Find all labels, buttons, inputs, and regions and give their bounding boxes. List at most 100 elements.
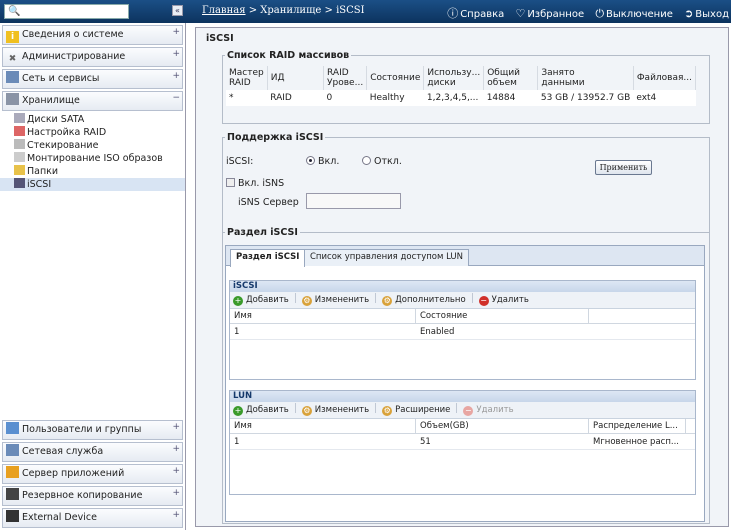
tab-lun-acl[interactable]: Список управления доступом LUN xyxy=(304,249,469,266)
sidebar-item-network-service[interactable]: Сетевая служба + xyxy=(2,442,183,462)
sidebar-item-raid-config[interactable]: Настройка RAID xyxy=(0,126,185,139)
sub-item-label: Настройка RAID xyxy=(27,127,107,138)
lun-grid-title: LUN xyxy=(230,391,695,402)
expand-icon: + xyxy=(172,466,180,476)
iscsi-delete-button[interactable]: − Удалить xyxy=(478,292,529,308)
breadcrumb-home-link[interactable]: Главная xyxy=(202,5,246,16)
logout-link[interactable]: ➲ Выход xyxy=(684,7,729,20)
favorites-link[interactable]: ♡ Избранное xyxy=(515,7,584,20)
iscsi-add-label: Добавить xyxy=(246,295,289,305)
edit-icon: ⚙ xyxy=(301,406,312,416)
sub-item-label: Монтирование ISO образов xyxy=(27,153,163,164)
table-row[interactable]: * RAID 0 Healthy 1,2,3,4,5,... 14884 53 … xyxy=(226,90,696,106)
expand-icon: + xyxy=(172,49,180,59)
sidebar-item-administration[interactable]: ✖ Администрирование + xyxy=(2,47,183,67)
advanced-icon: ⚙ xyxy=(382,296,393,306)
expand-icon: + xyxy=(172,488,180,498)
sidebar-item-storage[interactable]: Хранилище − xyxy=(2,91,183,111)
iscsi-add-button[interactable]: + Добавить xyxy=(233,292,289,308)
expand-icon: + xyxy=(172,510,180,520)
breadcrumb-storage: Хранилище xyxy=(260,5,322,16)
lun-edit-button[interactable]: ⚙ Измененить xyxy=(301,402,370,418)
raid-icon xyxy=(14,126,25,136)
raid-cell-id: RAID xyxy=(267,90,324,106)
raid-table: Мастер RAID ИД RAID Урове... Состояние И… xyxy=(226,66,697,106)
logout-label: Выход xyxy=(695,9,729,20)
sidebar-item-users-groups[interactable]: Пользователи и группы + xyxy=(2,420,183,440)
lun-delete-button[interactable]: − Удалить xyxy=(463,402,514,418)
lun-add-button[interactable]: + Добавить xyxy=(233,402,289,418)
tools-icon: ✖ xyxy=(8,54,17,64)
lun-cell-allocation: Мгновенное расп... xyxy=(593,437,679,447)
raid-col-id: ИД xyxy=(267,66,325,90)
expand-icon: ⚙ xyxy=(382,406,393,416)
heart-icon: ♡ xyxy=(515,7,526,20)
sidebar-item-label: Хранилище xyxy=(22,95,80,106)
lun-col-name: Имя xyxy=(234,421,252,431)
sidebar-item-system-info[interactable]: i Сведения о системе + xyxy=(2,25,183,45)
iscsi-toolbar: + Добавить ⚙ Измененить ⚙ Дополнительно − Удали… xyxy=(230,292,695,309)
collapse-sidebar-button[interactable]: « xyxy=(172,5,183,16)
apply-button[interactable]: Применить xyxy=(595,160,652,175)
shutdown-link[interactable]: ⏻ Выключение xyxy=(595,7,673,20)
isns-server-input[interactable] xyxy=(306,193,401,209)
iscsi-delete-label: Удалить xyxy=(491,295,529,305)
sidebar-item-network[interactable]: Сеть и сервисы + xyxy=(2,69,183,89)
iscsi-grid-header: Имя Состояние xyxy=(230,309,695,324)
iscsi-grid: iSCSI + Добавить ⚙ Измененить ⚙ Дополнительно… xyxy=(229,280,696,380)
sidebar-item-stacking[interactable]: Стекирование xyxy=(0,139,185,152)
network-service-icon xyxy=(6,444,19,456)
sidebar-item-sata-disks[interactable]: Диски SATA xyxy=(0,113,185,126)
sidebar-item-external-device[interactable]: External Device + xyxy=(2,508,183,528)
lun-add-label: Добавить xyxy=(246,405,289,415)
collapse-icon: − xyxy=(172,93,180,103)
lun-expand-button[interactable]: ⚙ Расширение xyxy=(382,402,450,418)
sidebar-item-backup[interactable]: Резервное копирование + xyxy=(2,486,183,506)
table-row[interactable]: 1 51 Мгновенное расп... xyxy=(230,434,695,450)
table-row[interactable]: 1 Enabled xyxy=(230,324,695,340)
sidebar-item-iso-mount[interactable]: Монтирование ISO образов xyxy=(0,152,185,165)
raid-cell-master: * xyxy=(226,90,268,106)
sidebar-item-label: Резервное копирование xyxy=(22,490,143,501)
expand-icon: + xyxy=(172,71,180,81)
iscsi-advanced-button[interactable]: ⚙ Дополнительно xyxy=(382,292,466,308)
raid-col-filesystem: Файловая... xyxy=(633,66,697,90)
iscsi-cell-status: Enabled xyxy=(420,327,455,337)
expand-icon: + xyxy=(172,444,180,454)
sidebar-item-app-server[interactable]: Сервер приложений + xyxy=(2,464,183,484)
sidebar-item-label: Сервер приложений xyxy=(22,468,125,479)
raid-table-header: Мастер RAID ИД RAID Урове... Состояние И… xyxy=(226,66,697,90)
tab-iscsi-section[interactable]: Раздел iSCSI xyxy=(230,249,306,267)
iscsi-edit-button[interactable]: ⚙ Измененить xyxy=(301,292,369,308)
sidebar-item-folders[interactable]: Папки xyxy=(0,165,185,178)
external-device-icon xyxy=(6,510,19,522)
iscsi-on-radio[interactable]: Вкл. xyxy=(306,156,339,167)
breadcrumb-separator: > xyxy=(245,5,261,16)
breadcrumb-separator: > xyxy=(321,5,337,16)
edit-icon: ⚙ xyxy=(301,296,312,306)
folder-icon xyxy=(14,165,25,175)
page-title: iSCSI xyxy=(206,33,234,44)
iscsi-off-radio[interactable]: Откл. xyxy=(362,156,402,167)
lun-col-allocation: Распределение L... xyxy=(593,421,678,431)
lun-edit-label: Измененить xyxy=(314,405,370,415)
isns-checkbox[interactable]: Вкл. iSNS xyxy=(226,178,284,189)
raid-list-legend: Список RAID массивов xyxy=(227,50,350,61)
sidebar-item-label: Сеть и сервисы xyxy=(22,73,100,84)
iscsi-off-label: Откл. xyxy=(374,156,402,167)
sidebar-item-iscsi[interactable]: iSCSI xyxy=(0,178,185,191)
iscsi-col-name: Имя xyxy=(234,311,252,321)
iscsi-section-legend: Раздел iSCSI xyxy=(227,227,298,238)
checkbox-icon xyxy=(226,178,235,187)
sidebar-bottom-menu: Пользователи и группы + Сетевая служба + С… xyxy=(0,418,185,530)
sub-item-label: iSCSI xyxy=(27,179,52,190)
radio-unselected-icon xyxy=(362,156,371,165)
help-link[interactable]: ⓘ Справка xyxy=(447,7,504,20)
disk-icon xyxy=(14,113,25,123)
search-input[interactable]: 🔍 xyxy=(4,4,129,19)
raid-cell-disks: 1,2,3,4,5,... xyxy=(423,90,484,106)
add-icon: + xyxy=(233,406,243,416)
delete-icon: − xyxy=(463,406,474,416)
lun-expand-label: Расширение xyxy=(395,405,451,415)
iscsi-cell-name: 1 xyxy=(234,327,240,337)
